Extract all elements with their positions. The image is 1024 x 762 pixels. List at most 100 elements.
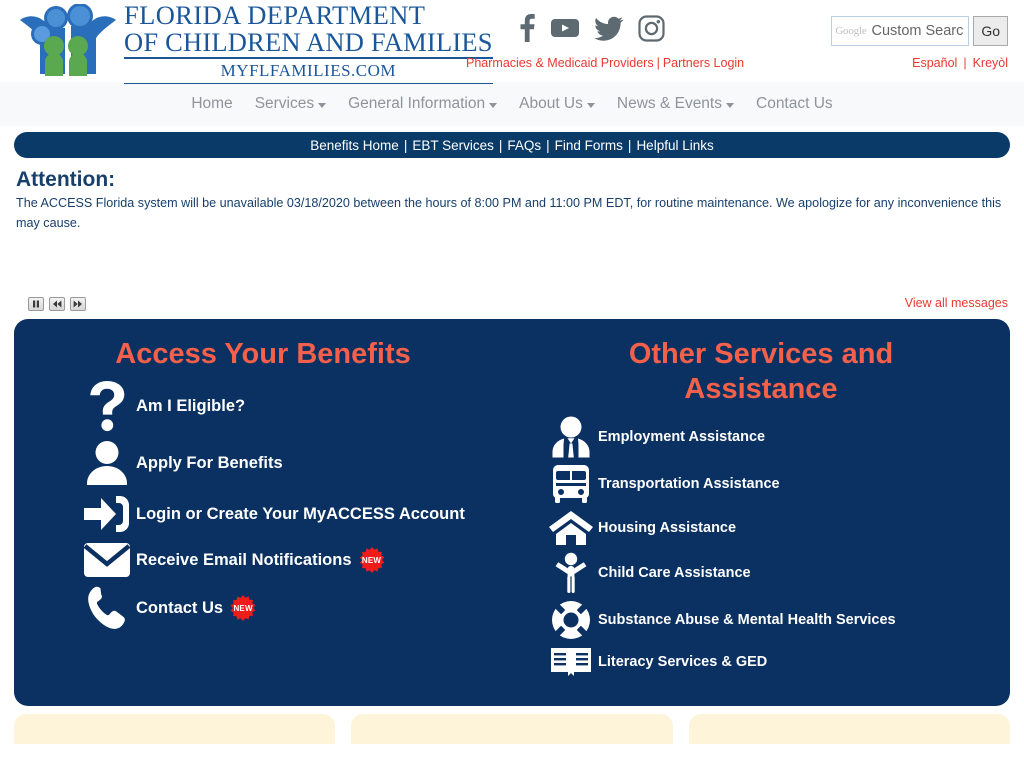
- subnav-find-forms[interactable]: Find Forms: [555, 138, 623, 153]
- chevron-down-icon: [489, 102, 498, 108]
- language-creole-link[interactable]: Kreyòl: [973, 56, 1008, 70]
- access-your-benefits-column: Access Your Benefits Am I Eligible? Appl…: [14, 333, 512, 684]
- subnav-helpful-links[interactable]: Helpful Links: [636, 138, 713, 153]
- search-go-button[interactable]: Go: [973, 16, 1008, 46]
- link-label-contact-us-panel: Contact Us: [136, 598, 224, 617]
- bottom-card-2[interactable]: [351, 713, 673, 744]
- youtube-icon[interactable]: [550, 14, 580, 42]
- link-literacy-services-ged[interactable]: Literacy Services & GED: [544, 646, 1010, 678]
- envelope-icon: [78, 542, 136, 578]
- subnav-separator: |: [627, 137, 632, 153]
- open-book-icon: [544, 646, 598, 678]
- dcf-family-logo-icon: [20, 4, 116, 77]
- link-label-literacy-services-ged: Literacy Services & GED: [598, 653, 768, 670]
- other-services-title: Other Services and Assistance: [628, 338, 894, 406]
- attention-body: The ACCESS Florida system will be unavai…: [16, 196, 1002, 230]
- nav-item-general-information[interactable]: General Information: [348, 95, 498, 113]
- link-child-care-assistance[interactable]: Child Care Assistance: [544, 552, 1010, 594]
- nav-label-news-events: News & Events: [616, 95, 722, 112]
- link-apply-for-benefits[interactable]: Apply For Benefits: [78, 440, 512, 486]
- person-icon: [78, 440, 136, 486]
- google-branding-label: Google: [835, 25, 867, 37]
- house-icon: [544, 510, 598, 546]
- logo-wordmark: FLORIDA DEPARTMENT OF CHILDREN AND FAMIL…: [124, 0, 493, 85]
- language-separator: |: [963, 56, 967, 70]
- link-label-receive-email-notifications: Receive Email Notifications: [136, 550, 352, 569]
- nav-item-home[interactable]: Home: [191, 95, 232, 113]
- subnav-zone: Benefits Home | EBT Services | FAQs | Fi…: [0, 126, 1024, 158]
- phone-icon: [78, 586, 136, 630]
- link-substance-abuse-mental-health[interactable]: Substance Abuse & Mental Health Services: [544, 600, 1010, 640]
- link-label-am-i-eligible: Am I Eligible?: [136, 396, 246, 415]
- other-services-list: Employment Assistance Transportation Ass…: [512, 416, 1010, 678]
- new-badge-label: NEW: [233, 603, 253, 613]
- carousel-controls-row: View all messages: [0, 295, 1024, 319]
- logo-line-2: OF CHILDREN AND FAMILIES: [124, 28, 493, 60]
- next-button[interactable]: [70, 297, 86, 312]
- new-badge-label: NEW: [361, 555, 382, 565]
- new-badge-icon: NEW: [230, 595, 256, 622]
- nav-label-services: Services: [254, 95, 315, 112]
- nav-item-services[interactable]: Services: [254, 95, 327, 113]
- link-label-employment-assistance: Employment Assistance: [598, 428, 766, 445]
- link-employment-assistance[interactable]: Employment Assistance: [544, 416, 1010, 458]
- benefits-panel: Access Your Benefits Am I Eligible? Appl…: [14, 319, 1010, 706]
- link-label-login-create-myaccess: Login or Create Your MyACCESS Account: [136, 504, 465, 523]
- link-label-housing-assistance: Housing Assistance: [598, 519, 737, 536]
- view-all-messages-link[interactable]: View all messages: [905, 296, 1008, 310]
- pause-button[interactable]: [28, 297, 44, 312]
- language-spanish-link[interactable]: Español: [912, 56, 957, 70]
- attention-message: Attention: The ACCESS Florida system wil…: [0, 158, 1024, 233]
- link-label-apply-for-benefits: Apply For Benefits: [136, 453, 283, 472]
- link-login-create-myaccess[interactable]: Login or Create Your MyACCESS Account: [78, 494, 512, 534]
- access-benefits-title: Access Your Benefits: [115, 338, 411, 371]
- subnav-ebt-services[interactable]: EBT Services: [412, 138, 494, 153]
- access-benefits-list: Am I Eligible? Apply For Benefits Login …: [14, 380, 512, 630]
- chevron-down-icon: [318, 102, 327, 108]
- nav-item-about-us[interactable]: About Us: [519, 95, 595, 113]
- previous-button[interactable]: [49, 297, 65, 312]
- subnav-faqs[interactable]: FAQs: [507, 138, 541, 153]
- nav-item-contact-us[interactable]: Contact Us: [756, 95, 833, 113]
- logo-line-3: MYFLFAMILIES.COM: [124, 61, 493, 85]
- nav-label-about-us: About Us: [519, 95, 583, 112]
- nav-label-general-information: General Information: [348, 95, 486, 112]
- logo-line-1: FLORIDA DEPARTMENT: [124, 0, 426, 30]
- chevron-down-icon: [726, 102, 734, 108]
- link-contact-us-panel[interactable]: Contact Us NEW: [78, 586, 512, 630]
- life-ring-icon: [544, 600, 598, 640]
- partners-login-link[interactable]: Partners Login: [663, 56, 744, 70]
- header-utility-links: Pharmacies & Medicaid Providers | Partners…: [466, 56, 744, 70]
- utility-link-separator: |: [656, 56, 660, 70]
- link-transportation-assistance[interactable]: Transportation Assistance: [544, 464, 1010, 504]
- other-services-column: Other Services and Assistance Employment…: [512, 333, 1010, 684]
- bottom-card-1[interactable]: [14, 713, 336, 744]
- language-links: Español | Kreyòl: [912, 56, 1008, 70]
- link-label-substance-abuse-mental-health: Substance Abuse & Mental Health Services: [598, 611, 896, 628]
- link-housing-assistance[interactable]: Housing Assistance: [544, 510, 1010, 546]
- link-am-i-eligible[interactable]: Am I Eligible?: [78, 380, 512, 432]
- nav-item-news-events[interactable]: News & Events: [617, 95, 734, 113]
- subnav-separator: |: [546, 137, 550, 153]
- search-input[interactable]: [869, 22, 966, 40]
- link-receive-email-notifications[interactable]: Receive Email Notifications NEW: [78, 542, 512, 578]
- search-area: Google Go: [831, 16, 1008, 46]
- benefits-subnav: Benefits Home | EBT Services | FAQs | Fi…: [14, 132, 1010, 158]
- carousel-controls: [28, 297, 86, 312]
- chevron-down-icon: [586, 102, 595, 108]
- social-links: [518, 14, 665, 42]
- attention-heading: Attention:: [16, 168, 116, 191]
- subnav-separator: |: [498, 137, 503, 153]
- main-navigation: Home Services General Information About …: [0, 82, 1024, 126]
- link-label-transportation-assistance: Transportation Assistance: [598, 475, 780, 492]
- bottom-card-3[interactable]: [688, 713, 1010, 744]
- instagram-icon[interactable]: [638, 14, 665, 42]
- nav-label-home: Home: [191, 95, 233, 112]
- pharmacies-medicaid-link[interactable]: Pharmacies & Medicaid Providers: [466, 56, 654, 70]
- search-box[interactable]: Google: [831, 16, 970, 46]
- subnav-separator: |: [403, 137, 408, 153]
- facebook-icon[interactable]: [518, 14, 536, 42]
- twitter-icon[interactable]: [594, 14, 624, 42]
- site-logo[interactable]: FLORIDA DEPARTMENT OF CHILDREN AND FAMIL…: [14, 0, 493, 85]
- subnav-benefits-home[interactable]: Benefits Home: [310, 138, 399, 153]
